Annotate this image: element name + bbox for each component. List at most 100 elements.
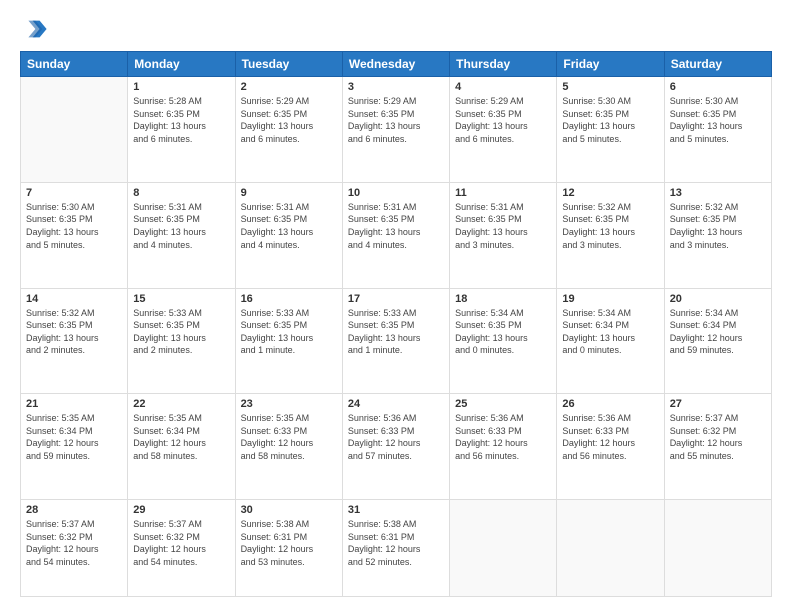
calendar-cell: 27Sunrise: 5:37 AM Sunset: 6:32 PM Dayli…: [664, 394, 771, 500]
day-number: 14: [26, 293, 122, 305]
day-info: Sunrise: 5:34 AM Sunset: 6:34 PM Dayligh…: [670, 307, 766, 357]
day-info: Sunrise: 5:31 AM Sunset: 6:35 PM Dayligh…: [455, 201, 551, 251]
day-number: 2: [241, 81, 337, 93]
page: SundayMondayTuesdayWednesdayThursdayFrid…: [0, 0, 792, 612]
calendar-cell: 11 Sunrise: 5:31 AM Sunset: 6:35 PM Dayli…: [450, 182, 557, 288]
day-info: Sunrise: 5:29 AM Sunset: 6:35 PM Dayligh…: [348, 95, 444, 145]
calendar-cell: [21, 77, 128, 183]
day-header-monday: Monday: [128, 52, 235, 77]
calendar-cell: [450, 500, 557, 597]
day-info: Sunrise: 5:30 AM Sunset: 6:35 PM Dayligh…: [670, 95, 766, 145]
day-number: 24: [348, 398, 444, 410]
day-info: Sunrise: 5:30 AM Sunset: 6:35 PM Dayligh…: [562, 95, 658, 145]
day-info: Sunrise: 5:33 AM Sunset: 6:35 PM Dayligh…: [241, 307, 337, 357]
calendar-cell: 23 Sunrise: 5:35 AM Sunset: 6:33 PM Dayli…: [235, 394, 342, 500]
calendar-cell: 20 Sunrise: 5:34 AM Sunset: 6:34 PM Dayli…: [664, 288, 771, 394]
day-info: Sunrise: 5:30 AM Sunset: 6:35 PM Dayligh…: [26, 201, 122, 251]
day-info: Sunrise: 5:34 AM Sunset: 6:35 PM Dayligh…: [455, 307, 551, 357]
calendar-cell: 13 Sunrise: 5:32 AM Sunset: 6:35 PM Dayli…: [664, 182, 771, 288]
day-number: 8: [133, 187, 229, 199]
calendar-cell: 7 Sunrise: 5:30 AM Sunset: 6:35 PM Daylig…: [21, 182, 128, 288]
day-info: Sunrise: 5:31 AM Sunset: 6:35 PM Dayligh…: [348, 201, 444, 251]
day-number: 31: [348, 504, 444, 516]
day-number: 17: [348, 293, 444, 305]
calendar-cell: 18 Sunrise: 5:34 AM Sunset: 6:35 PM Dayli…: [450, 288, 557, 394]
day-number: 27: [670, 398, 766, 410]
day-header-saturday: Saturday: [664, 52, 771, 77]
day-number: 25: [455, 398, 551, 410]
day-number: 19: [562, 293, 658, 305]
calendar-week-row: 1Sunrise: 5:28 AM Sunset: 6:35 PM Daylig…: [21, 77, 772, 183]
day-number: 15: [133, 293, 229, 305]
day-number: 5: [562, 81, 658, 93]
calendar-cell: 16 Sunrise: 5:33 AM Sunset: 6:35 PM Dayli…: [235, 288, 342, 394]
calendar-cell: 9 Sunrise: 5:31 AM Sunset: 6:35 PM Daylig…: [235, 182, 342, 288]
day-number: 20: [670, 293, 766, 305]
calendar-week-row: 7 Sunrise: 5:30 AM Sunset: 6:35 PM Daylig…: [21, 182, 772, 288]
calendar-cell: 22 Sunrise: 5:35 AM Sunset: 6:34 PM Dayli…: [128, 394, 235, 500]
calendar-cell: 25 Sunrise: 5:36 AM Sunset: 6:33 PM Dayli…: [450, 394, 557, 500]
day-header-tuesday: Tuesday: [235, 52, 342, 77]
calendar-week-row: 28 Sunrise: 5:37 AM Sunset: 6:32 PM Dayli…: [21, 500, 772, 597]
day-info: Sunrise: 5:32 AM Sunset: 6:35 PM Dayligh…: [562, 201, 658, 251]
day-number: 1: [133, 81, 229, 93]
day-number: 3: [348, 81, 444, 93]
day-info: Sunrise: 5:37 AM Sunset: 6:32 PM Dayligh…: [26, 518, 122, 568]
calendar-cell: 21Sunrise: 5:35 AM Sunset: 6:34 PM Dayli…: [21, 394, 128, 500]
calendar-cell: 8 Sunrise: 5:31 AM Sunset: 6:35 PM Daylig…: [128, 182, 235, 288]
logo: [20, 15, 52, 43]
day-info: Sunrise: 5:36 AM Sunset: 6:33 PM Dayligh…: [348, 412, 444, 462]
day-info: Sunrise: 5:38 AM Sunset: 6:31 PM Dayligh…: [241, 518, 337, 568]
calendar-cell: 17Sunrise: 5:33 AM Sunset: 6:35 PM Dayli…: [342, 288, 449, 394]
calendar-cell: 14 Sunrise: 5:32 AM Sunset: 6:35 PM Dayli…: [21, 288, 128, 394]
day-number: 7: [26, 187, 122, 199]
calendar-week-row: 14 Sunrise: 5:32 AM Sunset: 6:35 PM Dayli…: [21, 288, 772, 394]
day-info: Sunrise: 5:32 AM Sunset: 6:35 PM Dayligh…: [670, 201, 766, 251]
calendar-cell: 5 Sunrise: 5:30 AM Sunset: 6:35 PM Daylig…: [557, 77, 664, 183]
day-info: Sunrise: 5:36 AM Sunset: 6:33 PM Dayligh…: [455, 412, 551, 462]
day-info: Sunrise: 5:31 AM Sunset: 6:35 PM Dayligh…: [241, 201, 337, 251]
day-header-wednesday: Wednesday: [342, 52, 449, 77]
day-info: Sunrise: 5:31 AM Sunset: 6:35 PM Dayligh…: [133, 201, 229, 251]
calendar-cell: 31 Sunrise: 5:38 AM Sunset: 6:31 PM Dayli…: [342, 500, 449, 597]
calendar-cell: 24 Sunrise: 5:36 AM Sunset: 6:33 PM Dayli…: [342, 394, 449, 500]
day-info: Sunrise: 5:35 AM Sunset: 6:33 PM Dayligh…: [241, 412, 337, 462]
day-info: Sunrise: 5:37 AM Sunset: 6:32 PM Dayligh…: [133, 518, 229, 568]
day-info: Sunrise: 5:29 AM Sunset: 6:35 PM Dayligh…: [455, 95, 551, 145]
day-number: 28: [26, 504, 122, 516]
day-number: 29: [133, 504, 229, 516]
calendar-cell: 2Sunrise: 5:29 AM Sunset: 6:35 PM Daylig…: [235, 77, 342, 183]
day-header-thursday: Thursday: [450, 52, 557, 77]
calendar-header-row: SundayMondayTuesdayWednesdayThursdayFrid…: [21, 52, 772, 77]
calendar-cell: 19 Sunrise: 5:34 AM Sunset: 6:34 PM Dayli…: [557, 288, 664, 394]
day-number: 22: [133, 398, 229, 410]
calendar-cell: 1Sunrise: 5:28 AM Sunset: 6:35 PM Daylig…: [128, 77, 235, 183]
logo-icon: [20, 15, 48, 43]
day-info: Sunrise: 5:35 AM Sunset: 6:34 PM Dayligh…: [133, 412, 229, 462]
day-number: 18: [455, 293, 551, 305]
day-header-sunday: Sunday: [21, 52, 128, 77]
day-header-friday: Friday: [557, 52, 664, 77]
day-info: Sunrise: 5:33 AM Sunset: 6:35 PM Dayligh…: [133, 307, 229, 357]
calendar-cell: 3 Sunrise: 5:29 AM Sunset: 6:35 PM Daylig…: [342, 77, 449, 183]
day-number: 13: [670, 187, 766, 199]
day-info: Sunrise: 5:32 AM Sunset: 6:35 PM Dayligh…: [26, 307, 122, 357]
day-info: Sunrise: 5:34 AM Sunset: 6:34 PM Dayligh…: [562, 307, 658, 357]
day-number: 21: [26, 398, 122, 410]
day-info: Sunrise: 5:38 AM Sunset: 6:31 PM Dayligh…: [348, 518, 444, 568]
calendar-cell: 29 Sunrise: 5:37 AM Sunset: 6:32 PM Dayli…: [128, 500, 235, 597]
calendar-week-row: 21 Sunrise: 5:35 AM Sunset: 6:34 PM Dayli…: [21, 394, 772, 500]
calendar-cell: 28 Sunrise: 5:37 AM Sunset: 6:32 PM Dayli…: [21, 500, 128, 597]
calendar-cell: 30Sunrise: 5:38 AM Sunset: 6:31 PM Dayli…: [235, 500, 342, 597]
day-number: 26: [562, 398, 658, 410]
calendar-table: SundayMondayTuesdayWednesdayThursdayFrid…: [20, 51, 772, 597]
header: [20, 15, 772, 43]
day-number: 11: [455, 187, 551, 199]
calendar-cell: 12Sunrise: 5:32 AM Sunset: 6:35 PM Dayli…: [557, 182, 664, 288]
day-number: 16: [241, 293, 337, 305]
day-number: 6: [670, 81, 766, 93]
day-number: 9: [241, 187, 337, 199]
calendar-cell: 15 Sunrise: 5:33 AM Sunset: 6:35 PM Dayli…: [128, 288, 235, 394]
day-number: 23: [241, 398, 337, 410]
day-info: Sunrise: 5:36 AM Sunset: 6:33 PM Dayligh…: [562, 412, 658, 462]
